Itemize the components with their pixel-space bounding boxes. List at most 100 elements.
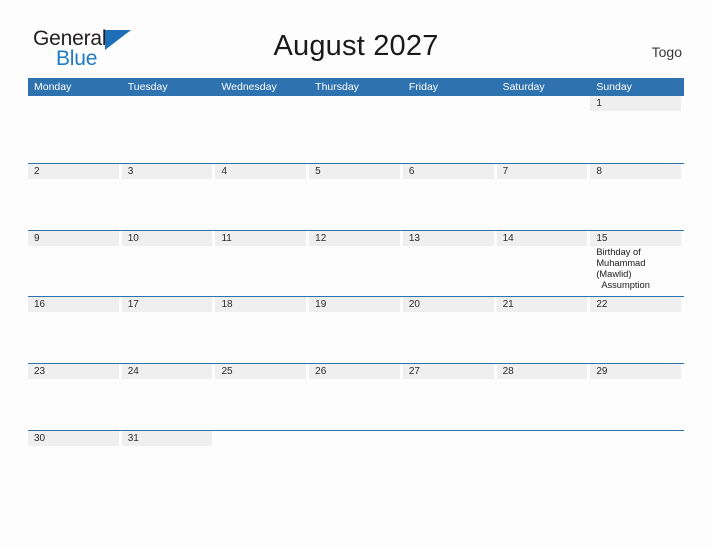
date-number: 14 [502,232,514,244]
date-number-band: 19 [309,297,400,313]
calendar-day-cell[interactable]: 12 [309,230,403,297]
calendar-day-cell[interactable]: 13 [402,230,497,297]
calendar-day-cell-empty [215,96,309,163]
date-number: 20 [408,299,420,311]
date-number-band: 25 [215,364,307,380]
date-number-band [309,96,400,111]
calendar-day-cell[interactable]: 4 [215,163,309,230]
date-number: 8 [596,165,602,177]
date-number-band: 31 [121,430,213,446]
weekday-header-thursday: Thursday [315,81,359,93]
date-number: 10 [127,232,139,244]
calendar-day-cell[interactable]: 18 [215,297,309,363]
date-number-band: 3 [121,163,213,179]
calendar-day-cell[interactable]: 10 [121,230,216,297]
calendar-day-cell[interactable]: 23 [28,364,122,430]
date-number-band [309,431,400,446]
calendar-day-cell[interactable]: 3 [121,163,216,230]
calendar-day-cell-empty [215,431,309,497]
date-number: 1 [596,98,602,109]
date-number: 12 [315,232,327,244]
calendar-day-cell[interactable]: 19 [309,297,403,363]
date-number-band [403,431,494,446]
date-number-band: 29 [590,364,682,380]
weekday-header-friday: Friday [408,81,439,93]
calendar-week-row: 30 31 [28,429,684,497]
calendar-day-cell[interactable]: 6 [402,163,497,230]
calendar-day-cell-empty [309,431,403,497]
calendar-day-cell[interactable]: 24 [121,364,216,430]
date-number-band: 15 [590,230,682,246]
date-number-band: 7 [496,163,588,179]
calendar-day-cell[interactable]: 28 [496,364,591,430]
date-number: 6 [408,165,415,177]
date-number: 29 [596,366,608,378]
calendar-day-cell[interactable]: 11 [215,230,309,297]
calendar-day-cell[interactable]: 21 [496,297,591,363]
calendar-day-cell[interactable]: 14 [496,230,591,297]
weekday-header-sunday: Sunday [596,81,632,93]
calendar-day-cell[interactable]: 9 [28,230,122,297]
calendar-day-cell[interactable]: 26 [309,364,403,430]
holiday-event: Assumption [601,279,650,290]
date-number-band: 23 [28,364,119,380]
date-number: 7 [502,165,509,177]
calendar-day-cell[interactable]: 5 [309,163,403,230]
date-number: 25 [221,366,233,378]
page-title: August 2027 [273,30,439,62]
calendar-day-cell-empty [122,96,216,163]
calendar-day-cell-empty [403,96,497,163]
calendar-day-cell[interactable]: 16 [28,297,122,363]
calendar-day-cell[interactable]: 31 [121,430,216,497]
calendar-day-cell[interactable]: 25 [215,364,309,430]
calendar-day-cell[interactable]: 17 [121,297,216,363]
calendar-day-cell[interactable]: 27 [402,364,497,430]
date-number-band: 1 [590,96,682,111]
weekday-header-wednesday: Wednesday [221,81,277,93]
date-number: 13 [408,232,420,244]
date-number: 4 [221,165,227,177]
date-number: 27 [408,366,420,378]
date-number: 21 [502,299,514,311]
calendar-day-cell[interactable]: 29 [590,364,684,430]
date-number-band [497,431,588,446]
date-number-band: 12 [309,230,400,246]
date-number-band: 5 [309,163,400,179]
page-header: General Blue August 2027 Togo [0,0,712,78]
calendar-day-cell[interactable]: 2 [28,163,122,230]
calendar-day-cell-empty [497,431,591,497]
calendar-day-cell[interactable]: 22 [590,297,684,363]
calendar-day-cell[interactable]: 15 Birthday of Muhammad (Mawlid) Assumptio… [590,230,684,297]
date-number: 17 [127,299,139,311]
calendar-grid: Monday Tuesday Wednesday Thursday Friday… [28,78,684,497]
calendar-week-row: 23 24 25 26 27 28 29 [28,363,684,430]
calendar-day-cell[interactable]: 8 [590,163,684,230]
calendar-week-row: 9 10 11 12 13 14 15 Birthday of Muhammad (Mawli… [28,229,684,297]
weekday-header-tuesday: Tuesday [127,81,168,93]
date-number: 15 [596,232,608,244]
calendar-weeks: 1 2 3 4 5 6 7 8 9 10 11 12 13 14 15 Birthday of Muhamma… [28,96,684,497]
calendar-day-cell[interactable]: 30 [28,430,122,497]
calendar-day-cell-empty [28,96,122,163]
date-number-band: 11 [215,230,307,246]
calendar-day-cell[interactable]: 1 [590,96,684,163]
date-number-band: 4 [215,163,307,179]
calendar-day-cell-empty [590,431,684,497]
calendar-day-cell-empty [309,96,403,163]
date-number: 16 [34,299,46,311]
date-number: 11 [221,232,232,244]
date-number-band: 9 [28,230,119,246]
date-number-band: 14 [496,230,588,246]
weekday-header-monday: Monday [34,81,72,93]
date-number: 3 [127,165,134,177]
holiday-event: Birthday of Muhammad (Mawlid) [596,246,646,279]
date-number-band: 27 [402,364,494,380]
calendar-day-cell[interactable]: 20 [402,297,497,363]
country-label: Togo [651,44,682,60]
date-number-band [122,96,213,111]
calendar-day-cell[interactable]: 7 [496,163,591,230]
date-number: 2 [34,165,40,177]
date-number-band [403,96,494,111]
date-number-band: 20 [402,297,494,313]
calendar-week-row: 1 [28,96,684,163]
